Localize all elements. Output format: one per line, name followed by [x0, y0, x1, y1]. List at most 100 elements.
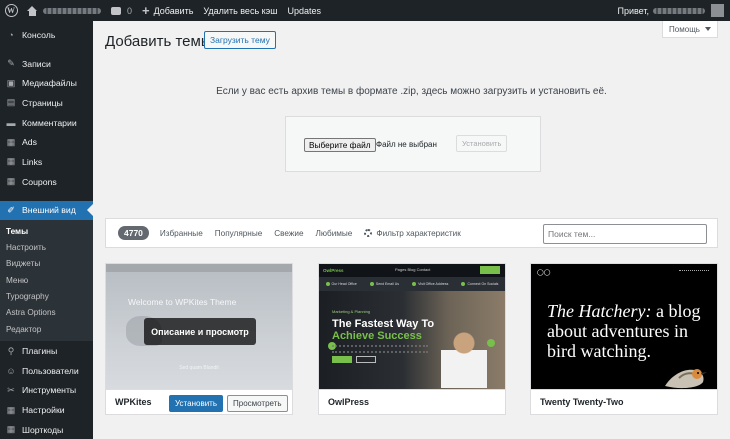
home-icon	[27, 5, 38, 16]
screenshot-nav	[679, 270, 709, 272]
info-item: Connect On Socials	[461, 282, 498, 286]
tab-latest[interactable]: Свежие	[274, 229, 303, 238]
settings-icon: ▦	[6, 404, 16, 415]
install-theme-button[interactable]: Установить	[169, 395, 223, 412]
submenu-item-themes[interactable]: Темы	[0, 223, 93, 239]
screenshot-kicker: Marketing & Planning	[332, 309, 371, 314]
shortcodes-icon: ▦	[6, 424, 16, 435]
tab-featured[interactable]: Избранные	[160, 229, 203, 238]
theme-screenshot[interactable]: OwlPress Pages Blog Contact Our Head Off…	[319, 264, 505, 389]
sidebar-item-coupons[interactable]: ▦ Coupons	[0, 172, 93, 192]
sidebar-item-label: Инструменты	[22, 385, 77, 396]
account-menu[interactable]: Привет,	[612, 0, 730, 21]
info-item: Visit Office Address	[412, 282, 448, 286]
ads-icon: ▦	[6, 136, 16, 147]
new-content-link[interactable]: + Добавить	[137, 0, 198, 21]
sidebar-item-comments[interactable]: ▬ Комментарии	[0, 113, 93, 133]
submenu-item-widgets[interactable]: Виджеты	[0, 256, 93, 272]
sidebar-item-tools[interactable]: ✂ Инструменты	[0, 381, 93, 401]
submenu-item-astra-options[interactable]: Astra Options	[0, 305, 93, 321]
links-icon: ▦	[6, 156, 16, 167]
comments-link[interactable]: 0	[106, 0, 137, 21]
paintbrush-icon: ✐	[7, 204, 15, 215]
sidebar-item-label: Внешний вид	[22, 205, 76, 216]
clear-cache-link[interactable]: Удалить весь кэш	[198, 0, 282, 21]
new-content-label: Добавить	[153, 5, 194, 16]
sidebar-item-ads[interactable]: ▦ Ads	[0, 132, 93, 152]
feature-filter-button[interactable]: Фильтр характеристик	[364, 229, 461, 238]
updates-label: Updates	[287, 5, 322, 16]
sidebar-item-label: Записи	[22, 58, 51, 69]
screenshot-cta-outline	[356, 356, 376, 363]
sidebar-item-posts[interactable]: ✎ Записи	[0, 54, 93, 74]
headline-italic: The Hatchery:	[547, 301, 652, 321]
sidebar-item-appearance[interactable]: ✐ Внешний вид	[0, 200, 93, 221]
screenshot-text-lines	[332, 345, 428, 353]
clear-cache-label: Удалить весь кэш	[203, 5, 278, 16]
sidebar-item-shortcodes[interactable]: ▦ Шорткоды	[0, 420, 93, 439]
sidebar-item-media[interactable]: ▣ Медиафайлы	[0, 73, 93, 93]
upload-theme-button[interactable]: Загрузить тему	[204, 31, 276, 49]
theme-search-input[interactable]	[543, 224, 707, 244]
screenshot-logo-icon: ◯◯	[537, 270, 551, 276]
submenu-item-typography[interactable]: Typography	[0, 288, 93, 304]
tab-favorites[interactable]: Любимые	[316, 229, 353, 238]
gear-icon	[364, 229, 373, 237]
screenshot-subtitle: Sed quam Blandit	[179, 365, 219, 371]
upload-help-text: Если у вас есть архив темы в формате .zi…	[216, 86, 607, 97]
theme-screenshot[interactable]: ◯◯ The Hatchery: a blog about adventures…	[531, 264, 717, 389]
theme-filter-bar: 4770 Избранные Популярные Свежие Любимые…	[105, 218, 718, 248]
choose-file-button[interactable]: Выберите файл	[304, 138, 376, 152]
sidebar-item-label: Медиафайлы	[22, 78, 77, 89]
submenu-item-customize[interactable]: Настроить	[0, 239, 93, 255]
updates-link[interactable]: Updates	[282, 0, 326, 21]
install-now-button[interactable]: Установить	[456, 135, 508, 152]
site-name-link[interactable]	[22, 0, 106, 21]
sidebar-item-label: Плагины	[22, 346, 58, 357]
submenu-item-menus[interactable]: Меню	[0, 272, 93, 288]
plugin-icon: ⚲	[7, 345, 15, 356]
screenshot-info-row: Our Head Office Send Email Us Visit Offi…	[319, 277, 505, 291]
preview-theme-button[interactable]: Просмотреть	[227, 395, 288, 412]
sidebar-item-plugins[interactable]: ⚲ Плагины	[0, 341, 93, 361]
screenshot-headline-accent: Achieve Success	[332, 330, 422, 342]
site-name-redacted	[43, 7, 101, 14]
sidebar-item-settings[interactable]: ▦ Настройки	[0, 400, 93, 420]
media-icon: ▣	[6, 77, 16, 88]
submenu-item-editor[interactable]: Редактор	[0, 321, 93, 337]
tab-popular[interactable]: Популярные	[215, 229, 263, 238]
theme-card-wpkites[interactable]: Welcome to WPKites Theme Sed quam Blandi…	[105, 263, 293, 415]
admin-sidebar: ◔ Консоль ✎ Записи ▣ Медиафайлы ▤ Страни…	[0, 21, 93, 439]
info-item: Send Email Us	[370, 282, 399, 286]
tools-icon: ✂	[7, 384, 15, 395]
plus-icon: +	[142, 3, 150, 18]
sidebar-item-users[interactable]: ☺ Пользователи	[0, 361, 93, 381]
sidebar-item-dashboard[interactable]: ◔ Консоль	[0, 25, 93, 45]
theme-card-owlpress[interactable]: OwlPress Pages Blog Contact Our Head Off…	[318, 263, 506, 415]
wordpress-logo-button[interactable]: W	[0, 0, 22, 21]
theme-card-twenty-twenty-two[interactable]: ◯◯ The Hatchery: a blog about adventures…	[530, 263, 718, 415]
theme-name: Twenty Twenty-Two	[540, 397, 624, 407]
coupons-icon: ▦	[6, 176, 16, 187]
sidebar-item-links[interactable]: ▦ Links	[0, 152, 93, 172]
sidebar-item-pages[interactable]: ▤ Страницы	[0, 93, 93, 113]
sidebar-item-label: Комментарии	[22, 117, 77, 128]
dashboard-icon: ◔	[8, 29, 14, 40]
screenshot-headline: The Hatchery: a blog about adventures in…	[547, 301, 707, 361]
theme-card-footer: OwlPress	[319, 389, 505, 414]
main-content: Помощь Добавить темы Загрузить тему Если…	[93, 21, 730, 439]
admin-bar: W 0 + Добавить Удалить весь кэш Updates …	[0, 0, 730, 21]
theme-name: WPKites	[115, 397, 152, 407]
help-tab-button[interactable]: Помощь	[662, 21, 718, 38]
details-preview-overlay[interactable]: Описание и просмотр	[144, 318, 256, 345]
comment-bubble-icon	[111, 6, 121, 15]
theme-screenshot[interactable]: Welcome to WPKites Theme Sed quam Blandi…	[106, 264, 292, 389]
sidebar-item-label: Links	[22, 156, 43, 167]
sidebar-item-label: Шорткоды	[22, 424, 64, 435]
theme-card-footer: WPKites Установить Просмотреть	[106, 389, 292, 414]
username-redacted	[653, 7, 705, 14]
screenshot-nav-links: Pages Blog Contact	[395, 267, 431, 272]
comments-count: 0	[127, 5, 133, 16]
sidebar-item-label: Консоль	[22, 29, 56, 40]
help-label: Помощь	[669, 24, 700, 34]
